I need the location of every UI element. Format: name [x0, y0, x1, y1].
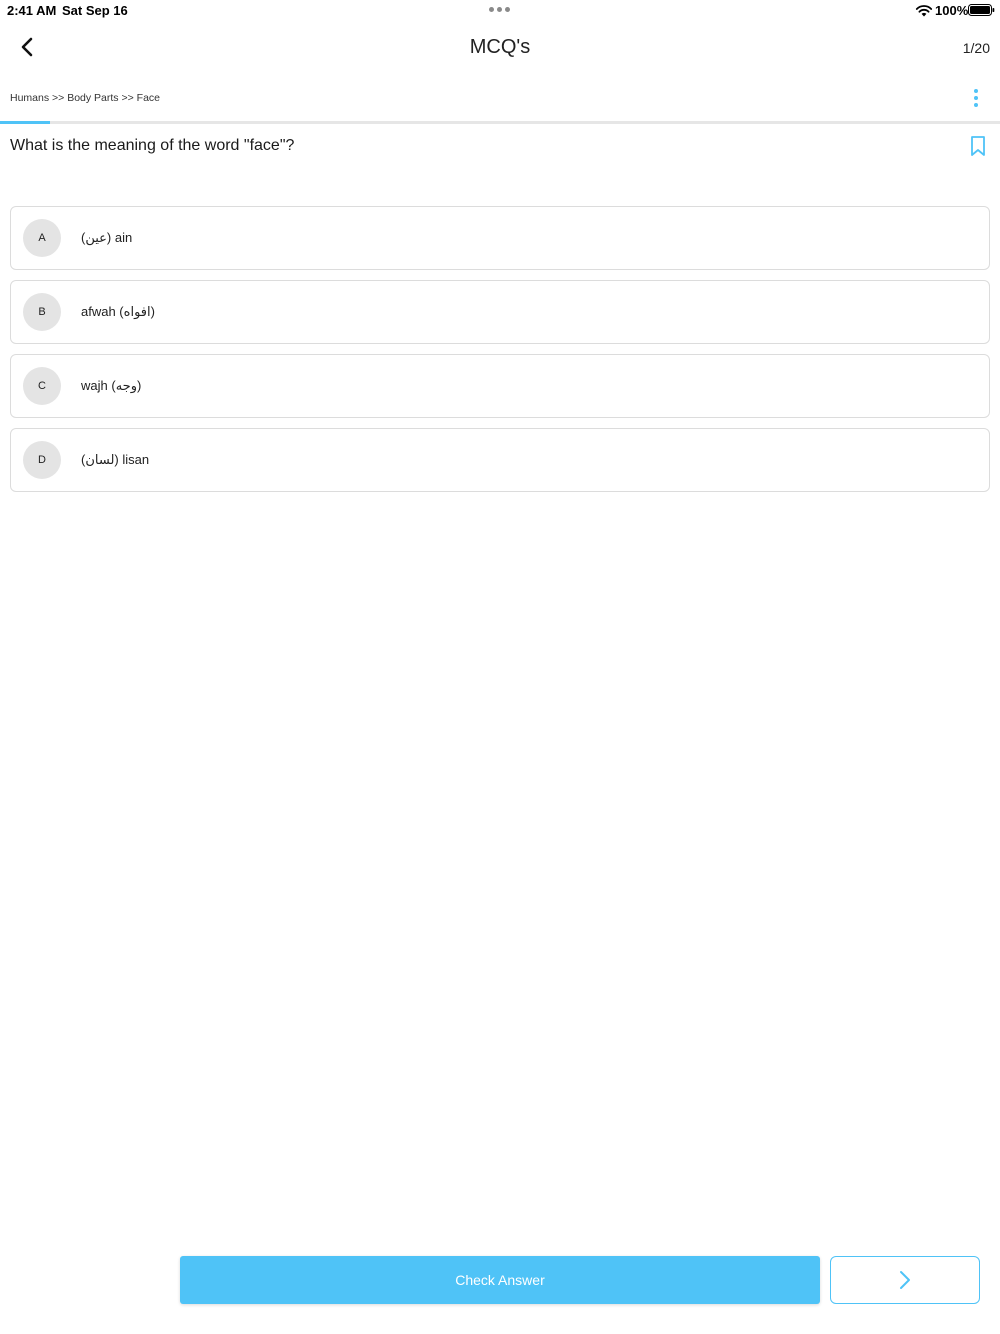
- option-text: (عين) ain: [81, 230, 133, 245]
- option-d[interactable]: D (لسان) lisan: [10, 428, 990, 492]
- chevron-right-icon: [900, 1271, 910, 1289]
- status-time: 2:41 AM: [7, 3, 57, 18]
- status-bar: 2:41 AM Sat Sep 16 100%: [0, 0, 1000, 20]
- question-text: What is the meaning of the word "face"?: [10, 137, 295, 154]
- wifi-icon: [915, 5, 933, 17]
- more-vertical-icon: [974, 89, 978, 107]
- option-c[interactable]: C wajh (وجه): [10, 354, 990, 418]
- battery-icon: [968, 4, 995, 16]
- option-text: (لسان) lisan: [81, 452, 150, 467]
- chevron-left-icon: [21, 37, 33, 57]
- multitasking-dots-icon[interactable]: [489, 7, 510, 12]
- option-letter-badge: D: [23, 441, 61, 479]
- bookmark-icon: [971, 136, 985, 156]
- back-button[interactable]: [14, 33, 42, 61]
- question-counter: 1/20: [962, 40, 990, 56]
- next-question-button[interactable]: [830, 1256, 980, 1304]
- check-answer-button[interactable]: Check Answer: [180, 1256, 820, 1304]
- option-letter-badge: B: [23, 293, 61, 331]
- page-title: MCQ's: [469, 36, 531, 58]
- battery-percentage: 100%: [935, 3, 969, 18]
- option-text: wajh (وجه): [81, 378, 142, 393]
- quiz-progress-bar: [0, 121, 1000, 124]
- option-text: afwah (افواه): [81, 304, 155, 319]
- breadcrumb: Humans >> Body Parts >> Face: [10, 92, 160, 104]
- option-letter-badge: C: [23, 367, 61, 405]
- status-date: Sat Sep 16: [62, 3, 128, 18]
- option-b[interactable]: B afwah (افواه): [10, 280, 990, 344]
- option-a[interactable]: A (عين) ain: [10, 206, 990, 270]
- more-options-button[interactable]: [966, 86, 986, 110]
- bookmark-button[interactable]: [968, 135, 988, 157]
- option-letter-badge: A: [23, 219, 61, 257]
- quiz-progress-fill: [0, 121, 50, 124]
- answer-options: A (عين) ain B afwah (افواه) C wajh (وجه)…: [10, 206, 990, 502]
- mcq-screen: 2:41 AM Sat Sep 16 100% MCQ's 1/20 Human…: [0, 0, 1000, 1334]
